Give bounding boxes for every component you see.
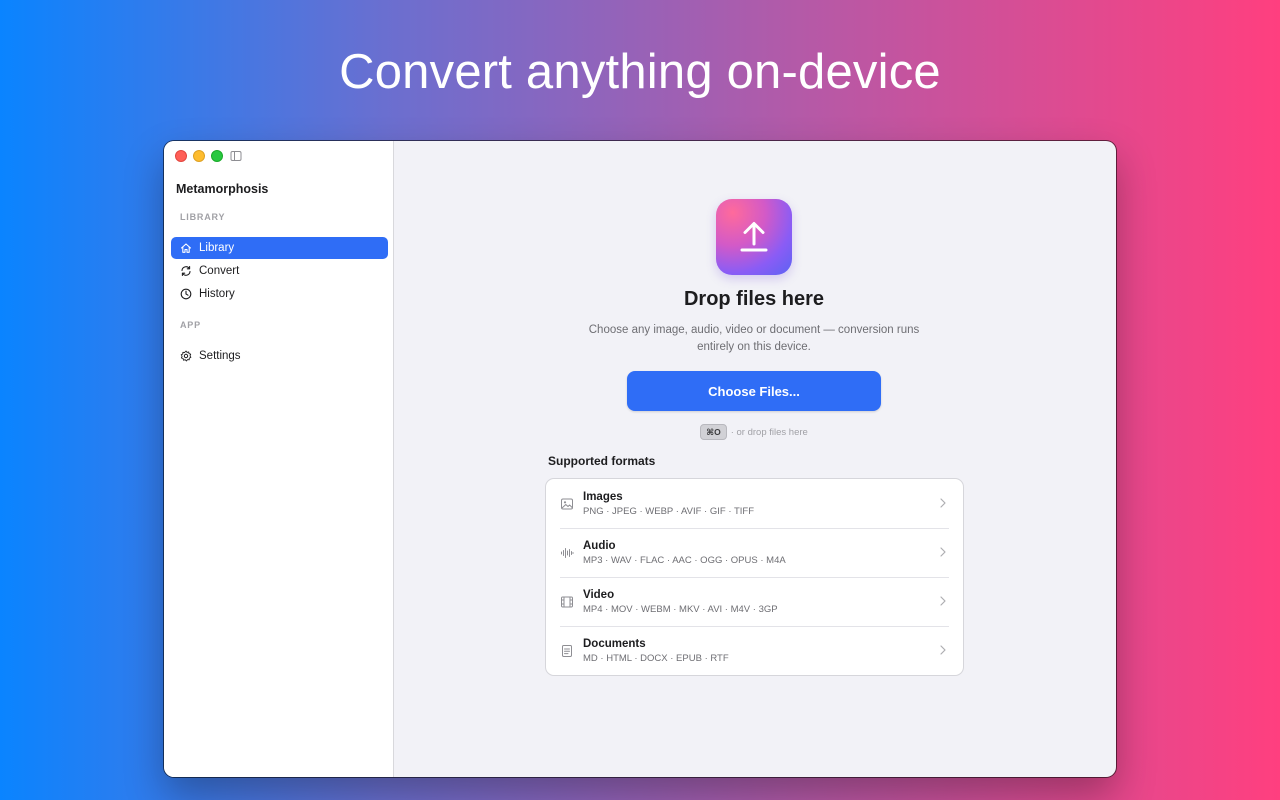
sidebar-item-library[interactable]: Library — [171, 237, 388, 259]
window-controls — [175, 150, 223, 162]
gear-icon — [180, 350, 192, 362]
chevron-right-icon — [940, 596, 946, 606]
clock-icon — [180, 288, 192, 300]
format-row-audio[interactable]: Audio MP3 · WAV · FLAC · AAC · OGG · OPU… — [546, 528, 963, 577]
sidebar-item-convert[interactable]: Convert — [171, 260, 388, 282]
sidebar: Metamorphosis LIBRARY Library Convert Hi… — [164, 141, 394, 777]
sidebar-section-library: LIBRARY — [180, 212, 226, 222]
sidebar-item-settings[interactable]: Settings — [171, 345, 388, 367]
format-extensions: PNG · JPEG · WEBP · AVIF · GIF · TIFF — [583, 505, 755, 517]
drop-subtitle: Choose any image, audio, video or docume… — [588, 324, 920, 353]
format-row-video[interactable]: Video MP4 · MOV · WEBM · MKV · AVI · M4V… — [546, 577, 963, 626]
shortcut-hint: ⌘O · or drop files here — [394, 424, 1114, 440]
upload-arrow-icon — [740, 222, 768, 252]
supported-formats-list: Images PNG · JPEG · WEBP · AVIF · GIF · … — [545, 478, 964, 676]
sidebar-item-label: Settings — [199, 350, 241, 362]
format-name: Images — [583, 490, 623, 503]
shortcut-hint-text: · or drop files here — [730, 426, 808, 438]
waveform-icon — [561, 547, 574, 558]
sidebar-toggle-icon[interactable] — [230, 150, 242, 162]
format-name: Audio — [583, 539, 616, 552]
main-content: Drop files here Choose any image, audio,… — [394, 141, 1116, 777]
format-name: Documents — [583, 637, 646, 650]
sidebar-section-app: APP — [180, 320, 201, 330]
format-name: Video — [583, 588, 615, 601]
format-extensions: MD · HTML · DOCX · EPUB · RTF — [583, 652, 729, 664]
sidebar-item-history[interactable]: History — [171, 283, 388, 305]
supported-formats-heading: Supported formats — [548, 454, 656, 468]
format-row-images[interactable]: Images PNG · JPEG · WEBP · AVIF · GIF · … — [546, 479, 963, 528]
house-icon — [180, 243, 192, 253]
format-row-documents[interactable]: Documents MD · HTML · DOCX · EPUB · RTF — [546, 626, 963, 675]
sidebar-item-label: History — [199, 288, 235, 300]
document-icon — [562, 644, 572, 657]
sidebar-item-label: Library — [199, 242, 235, 254]
chevron-right-icon — [940, 498, 946, 508]
close-window-button[interactable] — [175, 150, 187, 162]
upload-drop-tile[interactable] — [716, 199, 792, 275]
zoom-window-button[interactable] — [211, 150, 223, 162]
minimize-window-button[interactable] — [193, 150, 205, 162]
photo-icon — [561, 498, 573, 509]
app-window: Metamorphosis LIBRARY Library Convert Hi… — [164, 141, 1116, 777]
marketing-headline: Convert anything on-device — [339, 45, 941, 99]
app-title: Metamorphosis — [176, 182, 269, 196]
film-icon — [561, 596, 573, 607]
choose-files-button[interactable]: Choose Files... — [627, 371, 881, 411]
drop-title: Drop files here — [683, 288, 825, 310]
format-extensions: MP3 · WAV · FLAC · AAC · OGG · OPUS · M4… — [583, 554, 786, 566]
chevron-right-icon — [940, 547, 946, 557]
sidebar-item-label: Convert — [199, 265, 240, 277]
format-extensions: MP4 · MOV · WEBM · MKV · AVI · M4V · 3GP — [583, 603, 778, 615]
shortcut-key-badge: ⌘O — [700, 424, 727, 440]
chevron-right-icon — [940, 645, 946, 655]
refresh-icon — [181, 265, 191, 277]
